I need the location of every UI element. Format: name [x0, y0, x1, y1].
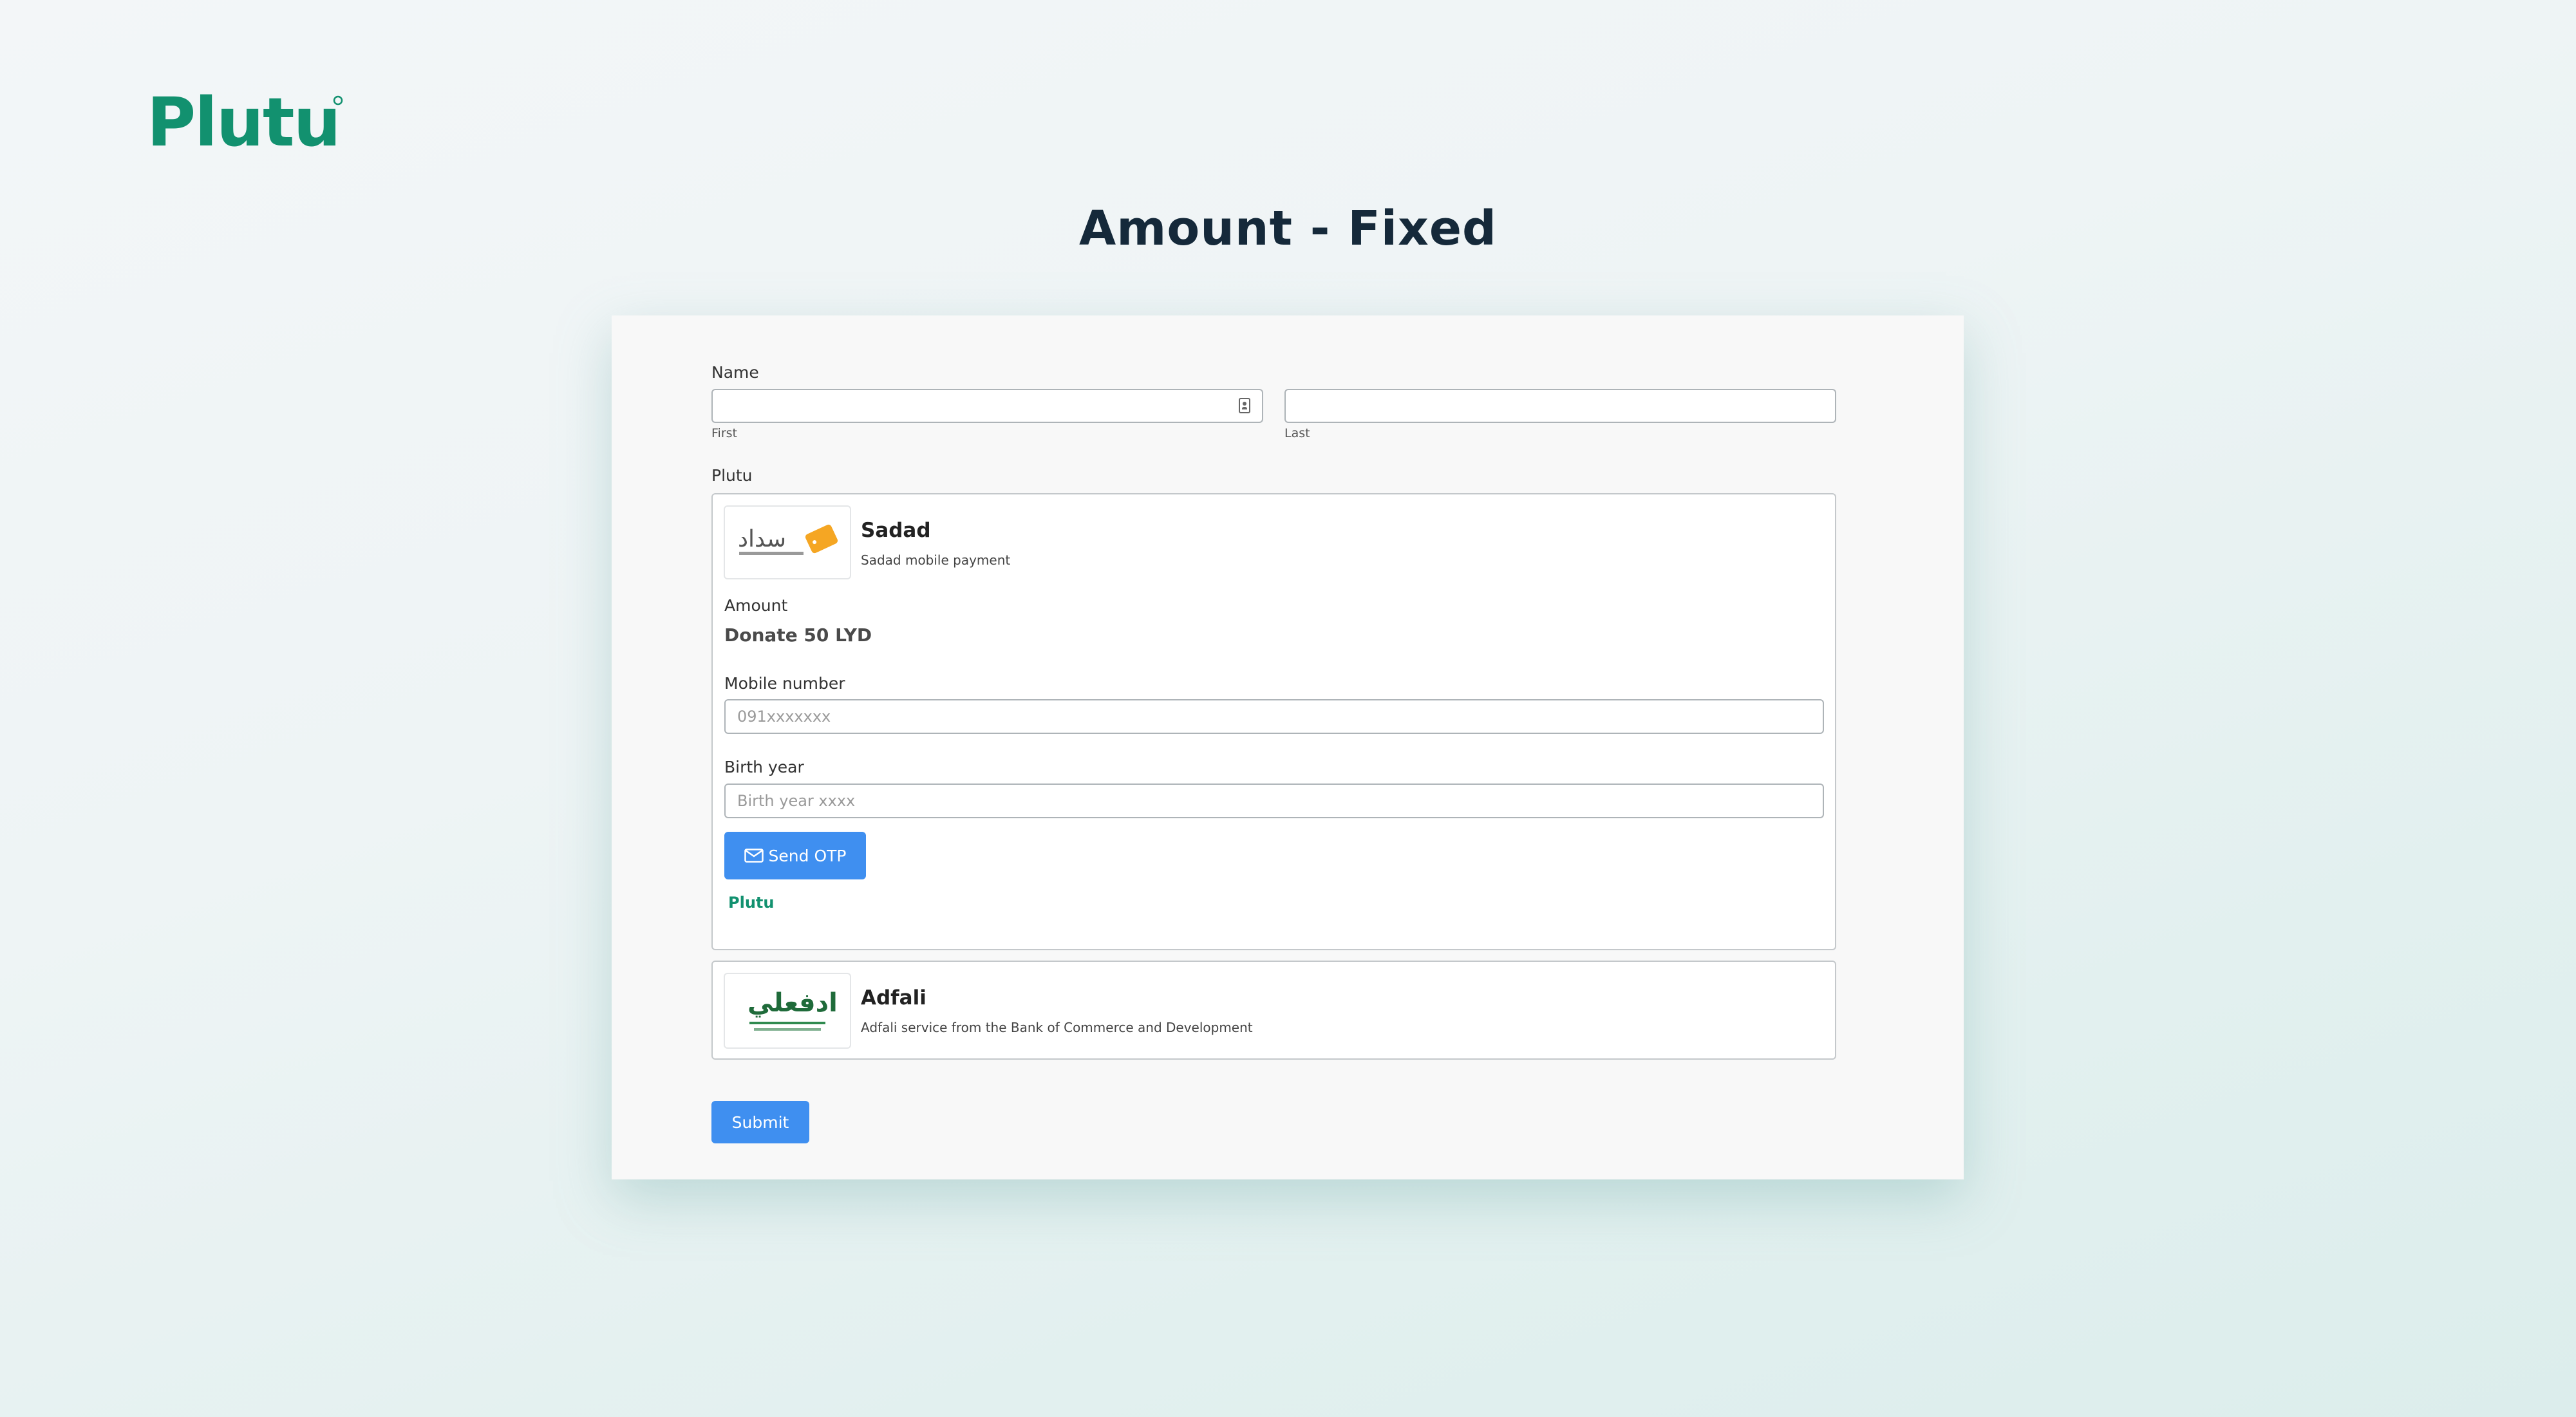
sadad-logo: سداد [724, 505, 851, 579]
adfali-title: Adfali [861, 986, 926, 1009]
send-otp-button[interactable]: Send OTP [724, 832, 866, 879]
send-otp-label: Send OTP [768, 846, 847, 865]
mobile-number-label: Mobile number [724, 674, 845, 693]
svg-text:Plutu: Plutu [728, 894, 774, 912]
plutu-powered-logo: Plutu [728, 894, 774, 912]
svg-text:سداد: سداد [738, 526, 786, 552]
birth-year-placeholder: Birth year xxxx [737, 792, 856, 810]
payment-method-adfali[interactable]: ادفعلي Adfali Adfali service from the Ba… [711, 961, 1836, 1060]
payment-method-sadad[interactable]: سداد Sadad Sadad mobile payment Amount D… [711, 493, 1836, 950]
last-name-input[interactable] [1284, 389, 1836, 423]
adfali-logo-icon: ادفعلي [747, 988, 838, 1031]
birth-year-label: Birth year [724, 758, 804, 776]
page-title: Amount - Fixed [1079, 201, 1497, 256]
name-label: Name [711, 363, 759, 382]
last-sublabel: Last [1284, 426, 1310, 440]
contact-card-icon[interactable] [1239, 398, 1250, 413]
adfali-description: Adfali service from the Bank of Commerce… [861, 1020, 1253, 1035]
gateway-label: Plutu [711, 466, 753, 485]
envelope-icon [744, 849, 764, 863]
sadad-title: Sadad [861, 519, 931, 542]
first-sublabel: First [711, 426, 737, 440]
mobile-number-input[interactable]: 091xxxxxxx [724, 699, 1824, 734]
sadad-logo-icon: سداد [738, 524, 838, 555]
amount-label: Amount [724, 596, 788, 615]
amount-value: Donate 50 LYD [724, 624, 872, 646]
svg-text:Plutu: Plutu [147, 91, 340, 156]
submit-button[interactable]: Submit [711, 1101, 809, 1143]
first-name-input[interactable] [711, 389, 1263, 423]
form-card: Name First Last Plutu سداد Sadad Sadad m… [612, 315, 1964, 1179]
sadad-description: Sadad mobile payment [861, 552, 1011, 568]
adfali-logo: ادفعلي [724, 973, 851, 1049]
plutu-logo: Plutu [147, 91, 343, 156]
svg-text:ادفعلي: ادفعلي [747, 988, 838, 1018]
birth-year-input[interactable]: Birth year xxxx [724, 784, 1824, 818]
mobile-number-placeholder: 091xxxxxxx [737, 708, 831, 726]
